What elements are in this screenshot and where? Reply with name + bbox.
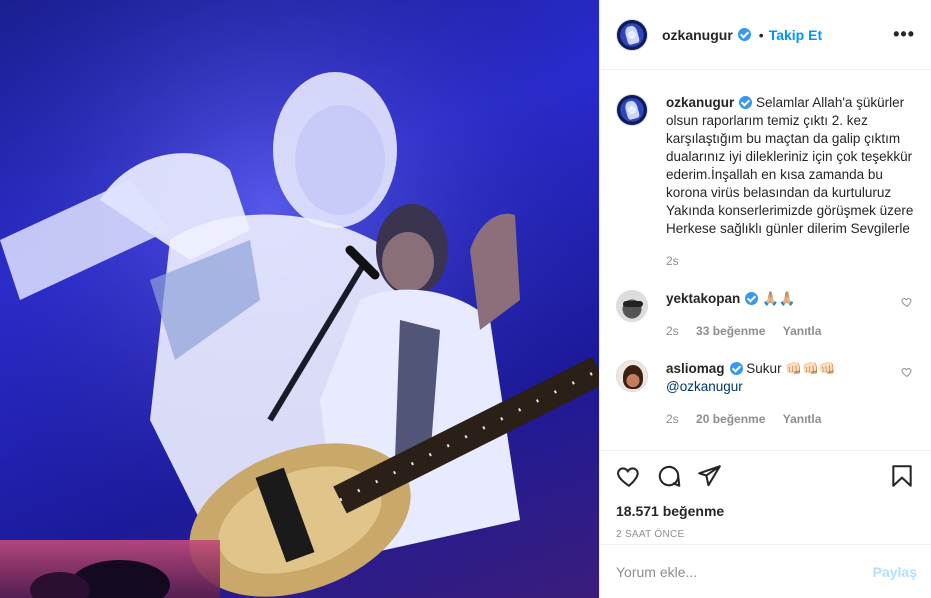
comment-like-heart-icon[interactable] — [901, 296, 913, 308]
heart-icon[interactable] — [616, 463, 642, 489]
caption-body: ozkanugur Selamlar Allah'a şükürler olsu… — [666, 94, 914, 270]
more-options-icon[interactable]: ••• — [893, 24, 915, 45]
caption-text: Selamlar Allah'a şükürler olsun raporlar… — [666, 95, 914, 236]
comments-list[interactable]: ozkanugur Selamlar Allah'a şükürler olsu… — [600, 70, 931, 450]
caption: ozkanugur Selamlar Allah'a şükürler olsu… — [616, 94, 915, 270]
caption-avatar[interactable] — [616, 94, 648, 126]
author-avatar[interactable] — [616, 18, 648, 51]
comment-username[interactable]: yektakopan — [666, 291, 740, 306]
likes-count[interactable]: 18.571 beğenme — [616, 503, 915, 519]
comment-item: yektakopan 🙏🏼🙏🏼 2s 33 beğenme Yanıtla — [616, 290, 915, 340]
reply-button[interactable]: Yanıtla — [783, 412, 822, 426]
post-header: ozkanugur • Takip Et ••• — [600, 0, 931, 70]
post-photo[interactable] — [0, 0, 599, 598]
comment-username[interactable]: asliomag — [666, 361, 725, 376]
caption-age[interactable]: 2s — [666, 254, 679, 268]
comment-icon[interactable] — [656, 463, 682, 489]
commenter-avatar[interactable] — [616, 290, 648, 322]
comment-likes[interactable]: 33 beğenme — [696, 324, 765, 338]
comment-text: 🙏🏼🙏🏼 — [762, 291, 796, 306]
share-comment-button[interactable]: Paylaş — [873, 564, 917, 580]
comment-text: Sukur 👊🏻👊🏻👊🏻 — [746, 361, 836, 376]
comment-body: asliomag Sukur 👊🏻👊🏻👊🏻 @ozkanugur 2s 20 b… — [666, 360, 886, 428]
post-side-panel: ozkanugur • Takip Et ••• ozkanugur Selam… — [599, 0, 931, 598]
caption-username[interactable]: ozkanugur — [666, 95, 734, 110]
paper-plane-icon[interactable] — [696, 463, 722, 489]
separator-dot: • — [758, 26, 764, 43]
comment-meta: 2s 33 beğenme Yanıtla — [666, 322, 886, 340]
caption-meta: 2s — [666, 252, 914, 270]
post-timestamp[interactable]: 2 SAAT ÖNCE — [616, 529, 915, 540]
mention-link[interactable]: @ozkanugur — [666, 379, 743, 394]
verified-badge-icon — [745, 292, 759, 305]
follow-button[interactable]: Takip Et — [769, 27, 822, 43]
concert-photo-illustration — [0, 0, 599, 598]
verified-badge-icon — [737, 28, 751, 41]
comment-age[interactable]: 2s — [666, 412, 679, 426]
instagram-post: ozkanugur • Takip Et ••• ozkanugur Selam… — [0, 0, 931, 598]
action-icons-row — [616, 461, 915, 491]
comment-item: asliomag Sukur 👊🏻👊🏻👊🏻 @ozkanugur 2s 20 b… — [616, 360, 915, 428]
comment-like-heart-icon[interactable] — [901, 366, 913, 378]
verified-badge-icon — [729, 362, 743, 375]
reply-button[interactable]: Yanıtla — [783, 324, 822, 338]
comment-likes[interactable]: 20 beğenme — [696, 412, 765, 426]
commenter-avatar[interactable] — [616, 360, 648, 392]
bookmark-icon[interactable] — [889, 463, 915, 489]
comment-body: yektakopan 🙏🏼🙏🏼 2s 33 beğenme Yanıtla — [666, 290, 886, 340]
author-username[interactable]: ozkanugur — [662, 27, 733, 43]
comment-meta: 2s 20 beğenme Yanıtla — [666, 410, 886, 428]
comment-age[interactable]: 2s — [666, 324, 679, 338]
comment-input[interactable] — [616, 563, 873, 580]
add-comment-bar: Paylaş — [600, 544, 931, 598]
verified-badge-icon — [739, 96, 753, 109]
